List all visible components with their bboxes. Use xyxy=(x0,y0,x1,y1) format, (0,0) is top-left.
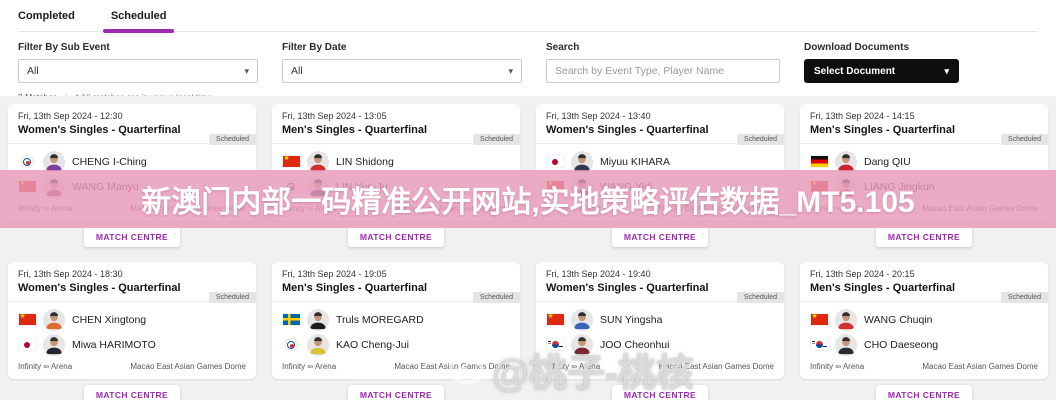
flag-jpn-icon xyxy=(547,156,564,167)
flag-chn-icon: ★ xyxy=(547,314,564,325)
status-badge: Scheduled xyxy=(737,134,784,145)
flag-jpn-icon xyxy=(19,339,36,350)
status-badge: Scheduled xyxy=(737,292,784,303)
flag-kor-icon xyxy=(811,339,828,350)
date-select[interactable]: All ▾ xyxy=(282,59,522,83)
date-value: All xyxy=(291,65,303,77)
filter-bar: Filter By Sub Event All ▾ Filter By Date… xyxy=(0,32,1056,83)
match-datetime: Fri, 13th Sep 2024 - 18:30 xyxy=(18,269,246,279)
player-name: CHENG I-Ching xyxy=(72,156,147,168)
player-row: ★ WANG Chuqin xyxy=(810,307,1038,332)
match-card-body: Fri, 13th Sep 2024 - 18:30 Women's Singl… xyxy=(8,262,256,379)
player-name: Miyuu KIHARA xyxy=(600,156,670,168)
filter-date-label: Filter By Date xyxy=(282,42,522,53)
player-name: CHO Daeseong xyxy=(864,339,938,351)
match-card: Fri, 13th Sep 2024 - 20:15 Men's Singles… xyxy=(800,262,1048,400)
venue-arena: Infinity ∞ Arena xyxy=(810,362,864,371)
filter-sub-event-label: Filter By Sub Event xyxy=(18,42,258,53)
weibo-logo-icon xyxy=(446,352,488,388)
sub-event-value: All xyxy=(27,65,39,77)
watermark-credit-text: @桃子-桃核 xyxy=(492,342,694,397)
player-avatar xyxy=(43,334,65,356)
player-avatar xyxy=(835,334,857,356)
player-name: Miwa HARIMOTO xyxy=(72,339,156,351)
match-centre-button[interactable]: MATCH CENTRE xyxy=(348,227,444,247)
match-datetime: Fri, 13th Sep 2024 - 19:40 xyxy=(546,269,774,279)
match-datetime: Fri, 13th Sep 2024 - 14:15 xyxy=(810,111,1038,121)
download-documents: Download Documents Select Document ▾ xyxy=(804,42,959,83)
flag-ger-icon xyxy=(811,156,828,167)
chevron-down-icon: ▾ xyxy=(244,66,249,77)
player-name: Truls MOREGARD xyxy=(336,314,424,326)
venue-arena: Infinity ∞ Arena xyxy=(18,362,72,371)
player-name: LIN Shidong xyxy=(336,156,394,168)
match-centre-button[interactable]: MATCH CENTRE xyxy=(84,385,180,400)
player-avatar xyxy=(835,309,857,331)
player-avatar xyxy=(571,309,593,331)
search-label: Search xyxy=(546,42,780,53)
status-badge: Scheduled xyxy=(1001,292,1048,303)
player-avatar xyxy=(307,309,329,331)
sub-event-select[interactable]: All ▾ xyxy=(18,59,258,83)
filter-date: Filter By Date All ▾ xyxy=(282,42,522,83)
status-badge: Scheduled xyxy=(473,134,520,145)
status-badge: Scheduled xyxy=(1001,134,1048,145)
match-datetime: Fri, 13th Sep 2024 - 13:40 xyxy=(546,111,774,121)
player-row: Miwa HARIMOTO xyxy=(18,332,246,357)
match-datetime: Fri, 13th Sep 2024 - 20:15 xyxy=(810,269,1038,279)
flag-swe-icon xyxy=(283,314,300,325)
status-badge: Scheduled xyxy=(209,292,256,303)
status-badge: Scheduled xyxy=(209,134,256,145)
player-name: SUN Yingsha xyxy=(600,314,662,326)
flag-tpe-icon xyxy=(21,155,34,168)
search-input[interactable] xyxy=(555,65,771,77)
player-name: WANG Chuqin xyxy=(864,314,932,326)
tab-completed[interactable]: Completed xyxy=(18,10,75,31)
chevron-down-icon: ▾ xyxy=(508,66,513,77)
flag-chn-icon: ★ xyxy=(811,314,828,325)
match-centre-button[interactable]: MATCH CENTRE xyxy=(876,227,972,247)
match-datetime: Fri, 13th Sep 2024 - 13:05 xyxy=(282,111,510,121)
match-datetime: Fri, 13th Sep 2024 - 19:05 xyxy=(282,269,510,279)
player-name: CHEN Xingtong xyxy=(72,314,146,326)
top-tab-bar: Completed Scheduled xyxy=(0,0,1056,32)
tab-scheduled[interactable]: Scheduled xyxy=(111,10,167,31)
chevron-down-icon: ▾ xyxy=(944,66,949,77)
download-documents-label: Download Documents xyxy=(804,42,959,53)
player-name: Dang QIU xyxy=(864,156,911,168)
venue-location: Macao East Asian Games Dome xyxy=(130,362,246,371)
promo-banner-overlay: 新澳门内部一码精准公开网站,实地策略评估数据_MT5.105 xyxy=(0,170,1056,228)
player-row: ★ CHEN Xingtong xyxy=(18,307,246,332)
match-card-body: Fri, 13th Sep 2024 - 20:15 Men's Singles… xyxy=(800,262,1048,379)
status-badge: Scheduled xyxy=(473,292,520,303)
match-centre-button[interactable]: MATCH CENTRE xyxy=(84,227,180,247)
select-document-label: Select Document xyxy=(814,66,895,77)
filter-search: Search xyxy=(546,42,780,83)
flag-tpe-icon xyxy=(285,338,298,351)
flag-chn-icon: ★ xyxy=(283,156,300,167)
player-name: KAO Cheng-Jui xyxy=(336,339,409,351)
player-avatar xyxy=(307,334,329,356)
player-avatar xyxy=(43,309,65,331)
flag-chn-icon: ★ xyxy=(19,314,36,325)
venue-arena: Infinity ∞ Arena xyxy=(282,362,336,371)
watermark-credit: @桃子-桃核 xyxy=(446,342,694,397)
filter-sub-event: Filter By Sub Event All ▾ xyxy=(18,42,258,83)
match-centre-button[interactable]: MATCH CENTRE xyxy=(876,385,972,400)
player-row: CHO Daeseong xyxy=(810,332,1038,357)
promo-banner-text: 新澳门内部一码精准公开网站,实地策略评估数据_MT5.105 xyxy=(141,177,914,221)
match-card: Fri, 13th Sep 2024 - 18:30 Women's Singl… xyxy=(8,262,256,400)
match-centre-button[interactable]: MATCH CENTRE xyxy=(612,227,708,247)
match-centre-button[interactable]: MATCH CENTRE xyxy=(348,385,444,400)
select-document-button[interactable]: Select Document ▾ xyxy=(804,59,959,83)
player-row: Truls MOREGARD xyxy=(282,307,510,332)
match-datetime: Fri, 13th Sep 2024 - 12:30 xyxy=(18,111,246,121)
venue-location: Macao East Asian Games Dome xyxy=(922,362,1038,371)
player-row: ★ SUN Yingsha xyxy=(546,307,774,332)
